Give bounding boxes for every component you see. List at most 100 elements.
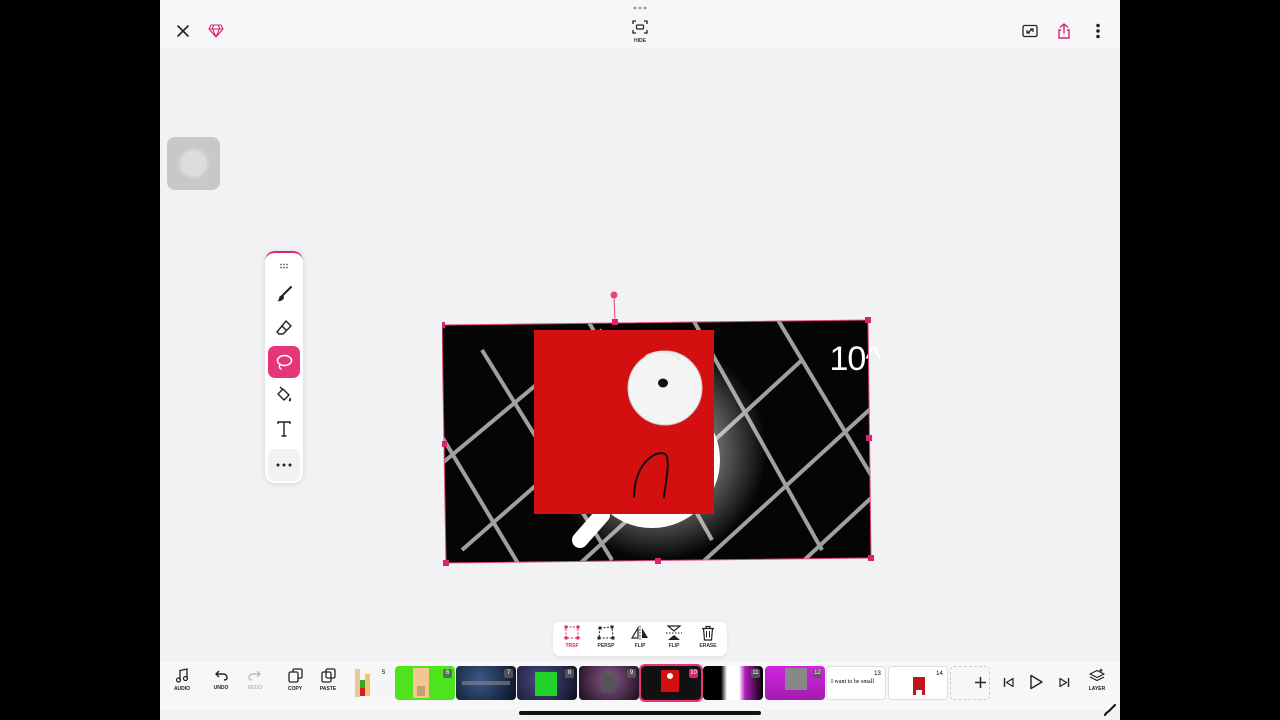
floating-assist-button[interactable]	[167, 137, 220, 190]
music-note-icon	[175, 668, 189, 683]
tool-fill[interactable]	[268, 379, 300, 411]
frame-thumb-11[interactable]: 11	[703, 666, 763, 700]
rotate-handle[interactable]	[610, 291, 618, 299]
perspective-icon	[597, 625, 615, 640]
flip-horizontal-icon	[631, 625, 648, 640]
drag-handle-icon[interactable]	[632, 6, 648, 10]
diamond-icon	[208, 24, 224, 38]
copy-icon	[287, 668, 303, 683]
frame-thumb-7[interactable]: 7	[456, 666, 516, 700]
trash-icon	[702, 625, 714, 641]
perspective-label: PERSP	[597, 643, 615, 649]
play-icon	[1030, 674, 1043, 690]
play-button[interactable]	[1024, 670, 1048, 694]
lasso-icon	[276, 354, 293, 370]
plus-icon	[974, 676, 986, 688]
frame-number: 5	[381, 670, 386, 676]
share-icon	[1058, 23, 1070, 39]
tool-eraser[interactable]	[268, 312, 300, 344]
copy-frame-button[interactable]: COPY	[280, 668, 310, 704]
frame-number: 6	[443, 669, 452, 678]
selected-drawing[interactable]: 10^105	[439, 290, 935, 570]
undo-button[interactable]: UNDO	[206, 668, 236, 704]
brush-icon	[277, 286, 292, 302]
perspective-button[interactable]: PERSP	[591, 625, 621, 655]
layers-icon	[1089, 668, 1105, 682]
stylus-icon	[1104, 704, 1116, 716]
redo-label: REDO	[247, 685, 263, 691]
frame-number: 13	[874, 671, 881, 677]
frame-thumb-6[interactable]: 6	[395, 666, 455, 700]
tool-lasso[interactable]	[268, 346, 300, 378]
skip-back-icon	[1003, 677, 1014, 687]
palette-grip-icon[interactable]	[279, 263, 289, 269]
flip-vertical-button[interactable]: FLIP	[659, 625, 689, 655]
tool-text[interactable]	[268, 413, 300, 445]
frame-number: 7	[504, 669, 513, 678]
last-frame-button[interactable]	[1054, 672, 1074, 692]
hide-ui-button[interactable]	[630, 18, 650, 36]
flip-horizontal-button[interactable]: FLIP	[625, 625, 655, 655]
close-icon	[177, 25, 189, 37]
transform-icon	[564, 625, 580, 640]
audio-label: AUDIO	[173, 686, 191, 692]
copy-label: COPY	[287, 686, 303, 692]
paste-icon	[320, 668, 336, 683]
undo-icon	[215, 670, 228, 681]
selection-action-bar: TRSF PERSP FLIP FLIP ERASE	[553, 622, 727, 656]
frame-number: 10	[689, 669, 698, 678]
canvas-selection[interactable]: 10^105	[439, 290, 935, 570]
flip-horizontal-label: FLIP	[634, 643, 646, 649]
skip-forward-icon	[1058, 677, 1069, 687]
tool-palette	[265, 251, 303, 483]
paste-label: PASTE	[319, 686, 337, 692]
erase-label: ERASE	[699, 643, 717, 649]
frame-caption: I want to be small	[831, 679, 874, 685]
erase-selection-button[interactable]: ERASE	[693, 625, 723, 655]
hide-label: HIDE	[634, 38, 646, 44]
frame-number: 8	[565, 669, 574, 678]
top-bar: HIDE	[160, 0, 1120, 48]
frame-thumb-12[interactable]: 12	[765, 666, 825, 700]
layer-button[interactable]: LAYER	[1082, 668, 1112, 704]
first-frame-button[interactable]	[998, 672, 1018, 692]
flip-vertical-icon	[666, 625, 682, 640]
premium-button[interactable]	[205, 20, 227, 42]
flip-vertical-label: FLIP	[668, 643, 680, 649]
fit-screen-button[interactable]	[1019, 20, 1041, 42]
hide-icon	[632, 20, 648, 34]
eraser-icon	[276, 320, 292, 335]
frame-thumb-10[interactable]: 10	[639, 664, 703, 702]
close-button[interactable]	[172, 20, 194, 42]
frame-thumb-13[interactable]: I want to be small 13	[826, 666, 886, 700]
more-options-button[interactable]	[1087, 20, 1109, 42]
transform-label: TRSF	[565, 643, 579, 649]
home-indicator	[519, 711, 761, 715]
frame-thumb-5[interactable]: 5	[353, 666, 391, 700]
frame-number: 12	[813, 669, 822, 678]
frame-number: 9	[627, 669, 636, 678]
frame-thumb-14[interactable]: 14	[888, 666, 948, 700]
frame-thumb-8[interactable]: 8	[517, 666, 577, 700]
tool-more[interactable]	[268, 449, 300, 481]
undo-label: UNDO	[213, 685, 229, 691]
red-character-body	[534, 330, 714, 514]
bottom-timeline-bar: AUDIO UNDO REDO COPY PASTE 5 6 7 8 9 10 …	[160, 662, 1120, 710]
redo-button[interactable]: REDO	[240, 668, 270, 704]
more-horizontal-icon	[276, 463, 292, 467]
paint-bucket-icon	[277, 386, 292, 402]
layer-label: LAYER	[1088, 686, 1106, 692]
paste-frame-button[interactable]: PASTE	[313, 668, 343, 704]
assist-knob	[181, 151, 206, 176]
transform-button[interactable]: TRSF	[557, 625, 587, 655]
share-button[interactable]	[1053, 20, 1075, 42]
frame-number: 11	[751, 669, 760, 678]
frame-number: 14	[936, 671, 943, 677]
overlay-text: 10^105	[830, 340, 883, 378]
add-frame-button[interactable]	[970, 672, 990, 692]
frame-thumb-9[interactable]: 9	[579, 666, 639, 700]
tool-brush[interactable]	[268, 278, 300, 310]
fit-screen-icon	[1022, 24, 1038, 38]
more-vertical-icon	[1096, 23, 1100, 39]
audio-button[interactable]: AUDIO	[167, 668, 197, 704]
